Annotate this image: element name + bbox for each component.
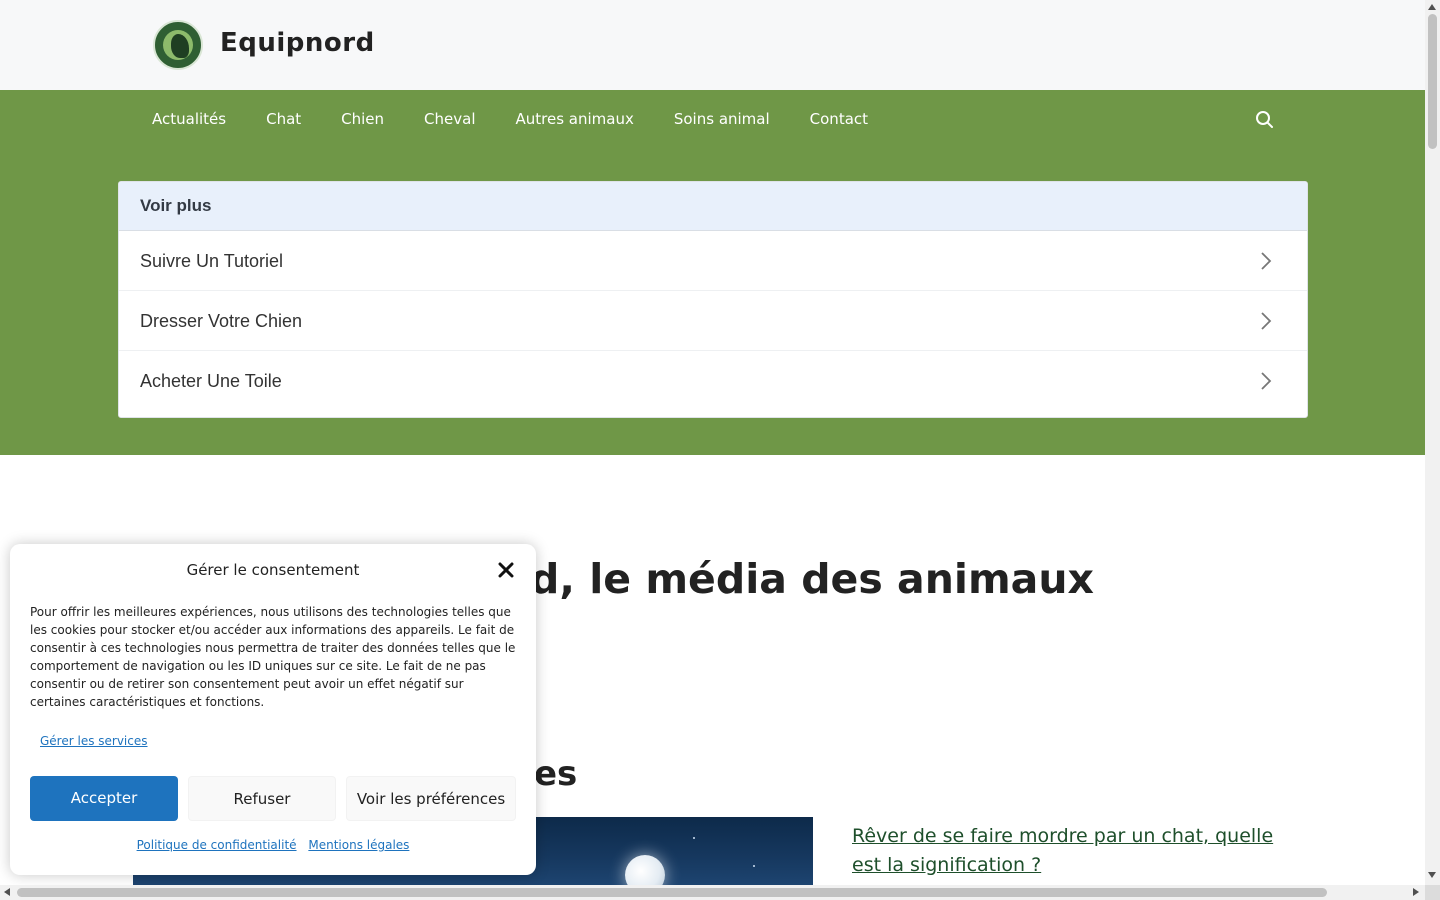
page-title: d, le média des animaux — [530, 555, 1094, 603]
nav-item-chat[interactable]: Chat — [246, 90, 321, 148]
star — [753, 865, 755, 867]
consent-text: Pour offrir les meilleures expériences, … — [30, 605, 516, 709]
manage-services-link[interactable]: Gérer les services — [40, 734, 148, 748]
voir-plus-item-tutoriel[interactable]: Suivre Un Tutoriel — [119, 231, 1307, 291]
chevron-right-icon — [1261, 372, 1272, 390]
consent-footer-links: Politique de confidentialité Mentions lé… — [10, 838, 536, 852]
consent-title: Gérer le consentement — [186, 561, 360, 579]
nav-item-actualites[interactable]: Actualités — [132, 90, 246, 148]
star — [693, 837, 695, 839]
scroll-left-icon[interactable] — [4, 888, 10, 896]
close-icon[interactable] — [495, 559, 517, 581]
accept-button[interactable]: Accepter — [30, 776, 178, 821]
scroll-up-icon[interactable] — [1428, 4, 1436, 10]
nav-item-contact[interactable]: Contact — [790, 90, 888, 148]
main-nav: Actualités Chat Chien Cheval Autres anim… — [132, 90, 888, 148]
horizontal-scrollbar[interactable] — [0, 885, 1425, 900]
nav-item-chien[interactable]: Chien — [321, 90, 404, 148]
voir-plus-title: Voir plus — [119, 182, 1307, 231]
voir-plus-item-toile[interactable]: Acheter Une Toile — [119, 351, 1307, 411]
search-icon[interactable] — [1254, 109, 1276, 131]
voir-plus-box: Voir plus Suivre Un Tutoriel Dresser Vot… — [118, 181, 1308, 418]
chevron-right-icon — [1261, 252, 1272, 270]
equipnord-logo-icon[interactable] — [153, 20, 203, 70]
moon — [625, 855, 665, 885]
article-link[interactable]: Rêver de se faire mordre par un chat, qu… — [852, 822, 1292, 880]
nav-item-cheval[interactable]: Cheval — [404, 90, 495, 148]
refuse-button[interactable]: Refuser — [188, 776, 336, 821]
scrollbar-corner — [1425, 885, 1440, 900]
scroll-right-icon[interactable] — [1413, 888, 1419, 896]
nav-item-autres-animaux[interactable]: Autres animaux — [496, 90, 654, 148]
preferences-button[interactable]: Voir les préférences — [346, 776, 516, 821]
page-viewport: Equipnord Actualités Chat Chien Cheval A… — [0, 0, 1425, 885]
vertical-scrollbar[interactable] — [1425, 0, 1440, 885]
site-title[interactable]: Equipnord — [220, 28, 375, 58]
voir-plus-item-dresser[interactable]: Dresser Votre Chien — [119, 291, 1307, 351]
section-title: es — [534, 754, 578, 794]
legal-notice-link[interactable]: Mentions légales — [308, 838, 409, 852]
voir-plus-item-label: Dresser Votre Chien — [140, 311, 303, 331]
privacy-policy-link[interactable]: Politique de confidentialité — [137, 838, 297, 852]
vertical-scroll-thumb[interactable] — [1428, 14, 1437, 149]
voir-plus-item-label: Acheter Une Toile — [140, 371, 282, 391]
chevron-right-icon — [1261, 312, 1272, 330]
horizontal-scroll-thumb[interactable] — [17, 888, 1327, 897]
hero-band: Actualités Chat Chien Cheval Autres anim… — [0, 90, 1425, 455]
site-header: Equipnord — [0, 0, 1425, 90]
nav-item-soins-animal[interactable]: Soins animal — [654, 90, 790, 148]
voir-plus-item-label: Suivre Un Tutoriel — [140, 251, 284, 271]
scroll-down-icon[interactable] — [1428, 872, 1436, 878]
consent-modal: Gérer le consentement Pour offrir les me… — [10, 544, 536, 875]
